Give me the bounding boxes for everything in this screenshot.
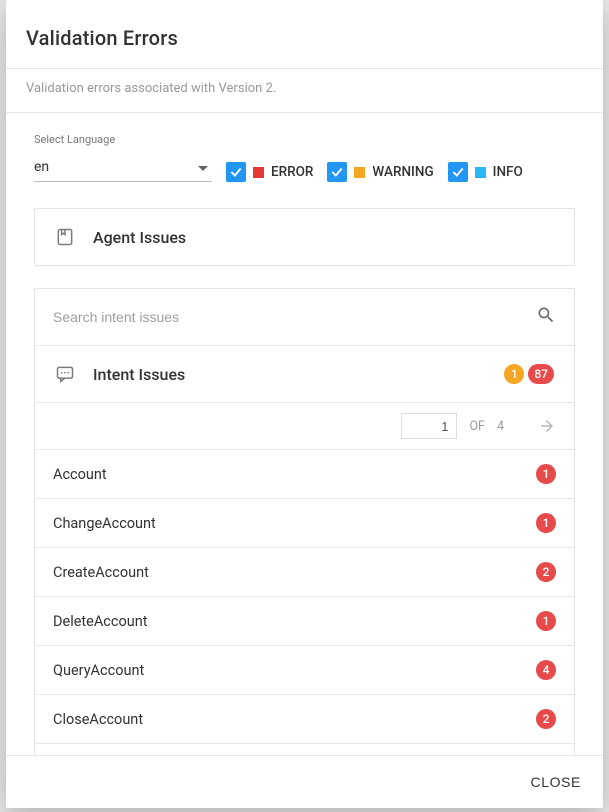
book-icon — [55, 227, 75, 247]
warning-label: WARNING — [372, 164, 433, 180]
filter-row: Select Language en ERROR — [34, 133, 575, 182]
close-button[interactable]: CLOSE — [531, 774, 581, 790]
error-swatch-icon — [253, 167, 264, 178]
intent-error-count-badge: 1 — [536, 464, 556, 484]
intent-row[interactable]: ChangeAccount 1 — [35, 498, 574, 547]
intent-issues-title: Intent Issues — [93, 365, 185, 384]
intent-list: Account 1 ChangeAccount 1 CreateAccount 2 Dele… — [35, 449, 574, 756]
error-label: ERROR — [271, 164, 313, 180]
intent-row[interactable]: CreateAccount 2 — [35, 547, 574, 596]
search-icon[interactable] — [536, 305, 556, 329]
intent-row[interactable]: CloseAccount 2 — [35, 694, 574, 743]
intent-issues-section: Intent Issues 1 87 OF 4 Account1ChangeAc… — [34, 288, 575, 756]
intent-row[interactable]: QueryAccount 4 — [35, 645, 574, 694]
language-label: Select Language — [34, 133, 212, 146]
dialog-footer: CLOSE — [6, 756, 603, 808]
intent-error-count-badge: 2 — [536, 709, 556, 729]
error-count-badge: 87 — [528, 364, 554, 384]
intent-row[interactable]: DeleteAccount 1 — [35, 596, 574, 645]
warning-swatch-icon — [354, 167, 365, 178]
intent-name: CreateAccount — [53, 564, 149, 581]
agent-issues-title: Agent Issues — [93, 228, 186, 247]
intent-error-count-badge: 4 — [536, 660, 556, 680]
dialog-subtitle: Validation errors associated with Versio… — [6, 68, 603, 112]
search-input[interactable] — [53, 309, 536, 325]
agent-issues-section[interactable]: Agent Issues — [34, 208, 575, 266]
info-label: INFO — [493, 164, 523, 180]
filter-info[interactable]: INFO — [448, 162, 523, 182]
intent-name: ChangeAccount — [53, 515, 156, 532]
arrow-right-icon[interactable] — [538, 417, 556, 435]
dialog-title: Validation Errors — [6, 0, 603, 68]
intent-error-count-badge: 1 — [536, 611, 556, 631]
intent-error-count-badge: 1 — [536, 513, 556, 533]
pager-total: 4 — [497, 419, 504, 434]
language-value: en — [34, 159, 49, 175]
warning-count-badge: 1 — [504, 364, 524, 384]
search-row — [35, 289, 574, 345]
intent-name: DeleteAccount — [53, 613, 148, 630]
pager-of-label: OF — [469, 419, 485, 434]
filter-warning[interactable]: WARNING — [327, 162, 433, 182]
intent-name: Account — [53, 466, 107, 483]
dialog-body[interactable]: Select Language en ERROR — [6, 112, 603, 756]
language-select[interactable]: en — [34, 155, 212, 182]
pager: OF 4 — [35, 402, 574, 449]
intent-error-count-badge: 2 — [536, 562, 556, 582]
validation-errors-dialog: Validation Errors Validation errors asso… — [6, 0, 603, 808]
language-selector[interactable]: Select Language en — [34, 133, 212, 182]
intent-name: QueryAccount — [53, 662, 144, 679]
info-swatch-icon — [475, 167, 486, 178]
checkbox-checked-icon[interactable] — [448, 162, 468, 182]
intent-name: CloseAccount — [53, 711, 143, 728]
chat-icon — [55, 364, 75, 384]
checkbox-checked-icon[interactable] — [226, 162, 246, 182]
checkbox-checked-icon[interactable] — [327, 162, 347, 182]
intent-row[interactable]: Account 1 — [35, 449, 574, 498]
filter-error[interactable]: ERROR — [226, 162, 313, 182]
page-input[interactable] — [401, 413, 457, 439]
intent-row[interactable]: BankAccount1 — [35, 743, 574, 756]
caret-down-icon — [198, 160, 208, 176]
intent-issues-header[interactable]: Intent Issues 1 87 — [35, 345, 574, 402]
